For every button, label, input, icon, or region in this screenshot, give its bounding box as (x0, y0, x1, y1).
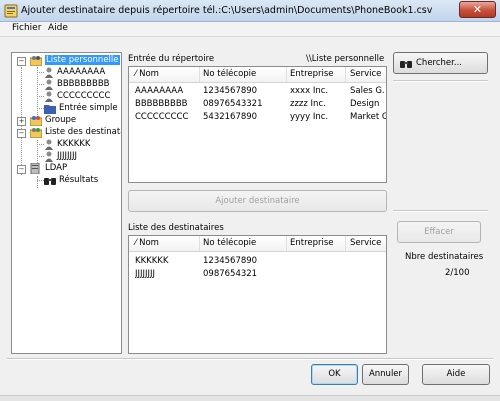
folder-icon (44, 103, 56, 114)
tree-label: BBBBBBBBB (57, 79, 110, 89)
cell-name: JJJJJJJJ (135, 269, 156, 279)
cell-service: Design (350, 99, 380, 109)
cell-company: xxxx Inc. (290, 86, 329, 96)
expand-icon[interactable]: + (17, 117, 26, 126)
cell-fax: 08976543321 (203, 99, 263, 109)
cell-name: KKKKKK (135, 256, 169, 266)
directory-tree[interactable]: − Liste personnelle AAAAAAAA BBBBBBBBB C… (11, 52, 122, 354)
ok-button[interactable]: OK (311, 364, 358, 385)
search-button-label: Chercher... (416, 58, 462, 68)
tree-label: JJJJJJJJ (57, 151, 78, 161)
directory-source: \\Liste personnelle (306, 54, 385, 64)
server-icon (30, 162, 42, 175)
tree-label: AAAAAAAA (57, 67, 106, 77)
close-button[interactable]: ✕ (459, 1, 496, 18)
tree-label: KKKKKK (57, 139, 91, 149)
help-button[interactable]: Aide (422, 364, 490, 385)
person-icon (44, 79, 56, 90)
list-header: ⁄ Nom No télécopie Entreprise Service (129, 67, 386, 83)
column-header-company[interactable]: Entreprise (290, 238, 334, 248)
tree-label: Entrée simple (59, 103, 118, 113)
table-row[interactable]: KKKKKK 1234567890 (129, 256, 386, 268)
cell-fax: 1234567890 (203, 86, 258, 96)
person-icon (44, 91, 56, 102)
tree-label: Résultats (59, 175, 99, 185)
cell-company: yyyy Inc. (290, 112, 329, 122)
tree-label: Liste des destinataires (45, 127, 121, 137)
cell-name: AAAAAAAA (135, 86, 184, 96)
tree-label: Groupe (45, 115, 77, 125)
recipient-count-label: Nbre destinataires (405, 252, 484, 262)
tree-label: LDAP (45, 163, 68, 173)
table-row[interactable]: BBBBBBBBB 08976543321 zzzz Inc. Design (129, 99, 386, 111)
person-icon (44, 67, 56, 78)
table-row[interactable]: JJJJJJJJ 0987654321 (129, 269, 386, 281)
menu-bar (0, 22, 500, 37)
footer-divider (7, 358, 493, 360)
add-recipient-button[interactable]: Ajouter destinataire (128, 190, 387, 212)
column-header-nom[interactable]: ⁄ Nom (135, 69, 159, 79)
column-header-company[interactable]: Entreprise (290, 69, 334, 79)
group-icon (29, 55, 43, 67)
list-header: ⁄ Nom No télécopie Entreprise Service (129, 236, 386, 252)
tree-label: Liste personnelle (45, 55, 120, 65)
clear-button[interactable]: Effacer (397, 221, 481, 243)
column-header-fax[interactable]: No télécopie (203, 238, 256, 248)
binoculars-icon (400, 58, 412, 69)
search-button[interactable]: Chercher... (393, 52, 488, 74)
cell-service: Market G. (350, 112, 386, 122)
group-icon (29, 127, 43, 139)
recipient-count-value: 2/100 (445, 268, 470, 278)
collapse-icon[interactable]: − (17, 57, 26, 66)
column-header-service[interactable]: Service (350, 238, 381, 248)
bottom-strip (0, 395, 500, 401)
table-row[interactable]: CCCCCCCCC 5432167890 yyyy Inc. Market G. (129, 112, 386, 124)
phonebook-icon (4, 4, 18, 18)
person-icon (44, 151, 56, 162)
cell-fax: 0987654321 (203, 269, 258, 279)
binoculars-icon (44, 175, 56, 186)
cell-fax: 5432167890 (203, 112, 258, 122)
menu-aide[interactable]: Aide (48, 23, 68, 33)
cell-service: Sales G. (350, 86, 385, 96)
cell-company: zzzz Inc. (290, 99, 326, 109)
column-header-service[interactable]: Service (350, 69, 381, 79)
cell-name: CCCCCCCCC (135, 112, 189, 122)
collapse-icon[interactable]: − (17, 165, 26, 174)
column-header-fax[interactable]: No télécopie (203, 69, 256, 79)
column-header-nom[interactable]: ⁄ Nom (135, 238, 159, 248)
window-title: Ajouter destinataire depuis répertoire t… (21, 5, 433, 16)
group-icon (29, 115, 43, 127)
directory-label: Entrée du répertoire (128, 54, 215, 64)
person-icon (44, 139, 56, 150)
cell-name: BBBBBBBBB (135, 99, 188, 109)
recipients-list[interactable]: ⁄ Nom No télécopie Entreprise Service KK… (128, 235, 387, 354)
table-row[interactable]: AAAAAAAA 1234567890 xxxx Inc. Sales G. (129, 86, 386, 98)
divider (393, 210, 488, 212)
menu-fichier[interactable]: Fichier (12, 23, 41, 33)
collapse-icon[interactable]: − (17, 129, 26, 138)
recipients-label: Liste des destinataires (128, 223, 224, 233)
cell-fax: 1234567890 (203, 256, 258, 266)
cancel-button[interactable]: Annuler (362, 364, 409, 385)
divider (393, 80, 488, 82)
tree-label: CCCCCCCCC (57, 91, 111, 101)
directory-list[interactable]: ⁄ Nom No télécopie Entreprise Service AA… (128, 66, 387, 183)
